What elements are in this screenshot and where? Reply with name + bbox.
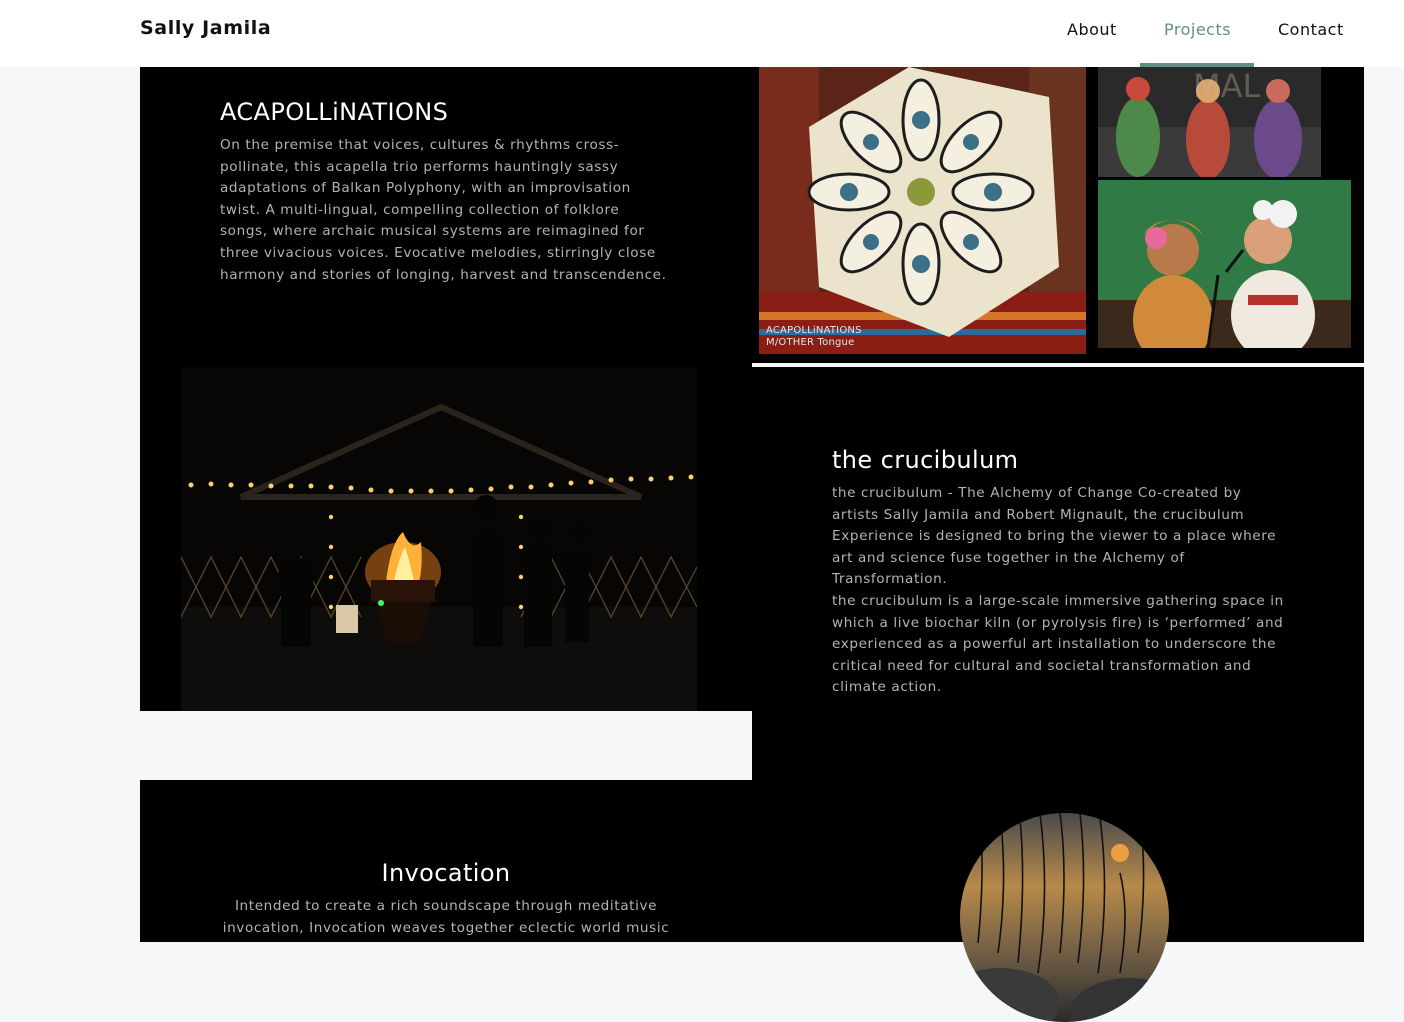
svg-text:MAL: MAL (1193, 67, 1261, 105)
nav-active-indicator (1140, 63, 1254, 67)
site-header: Sally Jamila About Projects Contact (0, 0, 1404, 67)
nav-contact-link[interactable]: Contact (1278, 20, 1344, 39)
invocation-title: Invocation (381, 859, 511, 887)
crucibulum-description-p2: the crucibulum is a large-scale immersiv… (832, 593, 1284, 696)
acapollinations-description: On the premise that voices, cultures & r… (220, 137, 667, 283)
site-brand-link[interactable]: Sally Jamila (140, 17, 271, 39)
acapollinations-album-cover-image[interactable]: ACAPOLLiNATIONS M/OTHER Tongue (759, 67, 1086, 354)
invocation-circular-image[interactable] (960, 813, 1169, 1022)
crucibulum-title: the crucibulum (832, 446, 1019, 474)
crucibulum-description-p1: the crucibulum - The Alchemy of Change C… (832, 485, 1277, 588)
album-caption-subtitle: M/OTHER Tongue (766, 337, 855, 348)
acapollinations-title: ACAPOLLiNATIONS (220, 98, 449, 126)
crucibulum-night-photo[interactable] (181, 367, 697, 711)
acapollinations-performance-photo-2[interactable] (1098, 180, 1351, 348)
invocation-description: Intended to create a rich soundscape thr… (222, 898, 670, 936)
nav-about-link[interactable]: About (1067, 20, 1117, 39)
album-caption-title: ACAPOLLiNATIONS (766, 325, 862, 336)
acapollinations-performance-photo-1[interactable]: MAL (1098, 67, 1321, 177)
nav-projects-link[interactable]: Projects (1164, 20, 1231, 39)
